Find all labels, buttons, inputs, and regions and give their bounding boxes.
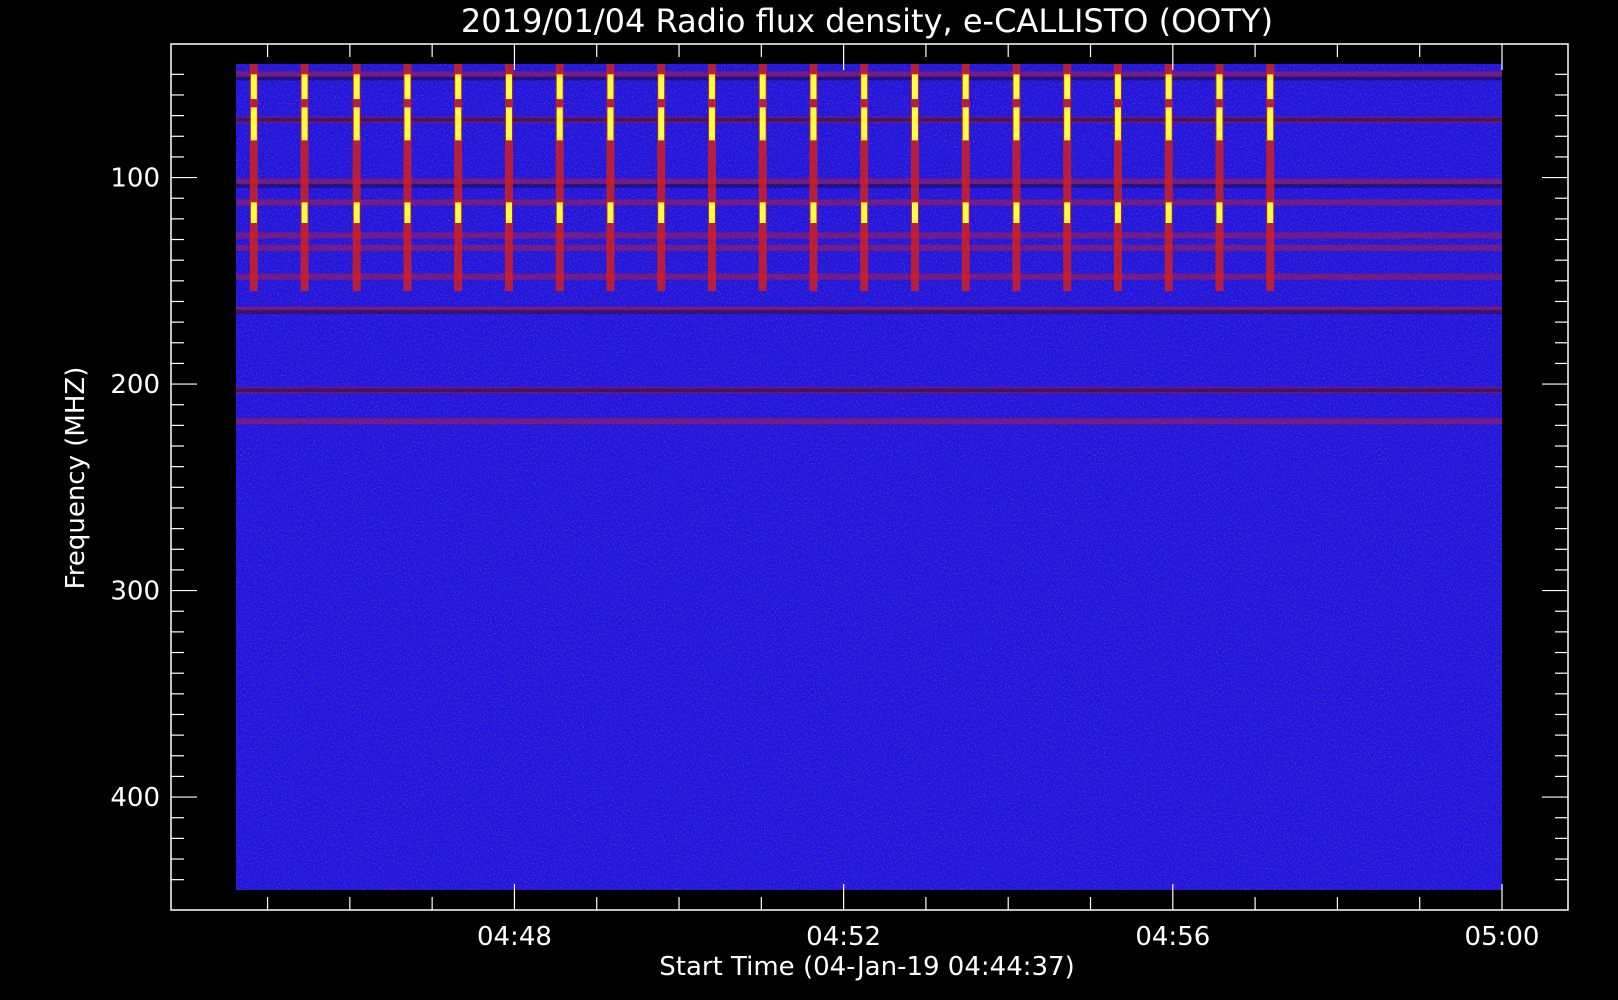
burst-stripe (961, 64, 970, 292)
y-axis-label: Frequency (MHZ) (61, 367, 91, 590)
rfi-band (236, 232, 1502, 239)
rfi-band (236, 244, 1502, 251)
y-tick-label: 200 (110, 370, 160, 400)
burst-stripe (809, 64, 818, 292)
dark-band (236, 309, 1502, 314)
burst-stripe (555, 64, 564, 292)
y-tick-label: 400 (110, 783, 160, 813)
spectrogram-chart: 2019/01/04 Radio flux density, e-CALLIST… (61, 2, 1569, 982)
burst-stripe (1063, 64, 1072, 292)
burst-stripe (1215, 64, 1224, 292)
x-tick-label: 04:48 (477, 922, 552, 952)
y-tick-label: 300 (110, 577, 160, 607)
dark-band (236, 388, 1502, 393)
burst-stripe (1266, 64, 1275, 292)
x-tick-label: 05:00 (1465, 922, 1540, 952)
burst-stripe (352, 64, 361, 292)
burst-stripe (454, 64, 463, 292)
rfi-band (236, 71, 1502, 78)
burst-stripe (606, 64, 615, 292)
dark-band (236, 183, 1502, 188)
rfi-band (236, 178, 1502, 185)
periodic-bursts (249, 64, 1275, 292)
burst-stripe (1164, 64, 1173, 292)
burst-stripe (1012, 64, 1021, 292)
burst-stripe (403, 64, 412, 292)
rfi-band (236, 199, 1502, 206)
spectrogram-image (236, 64, 1502, 890)
y-tick-label: 100 (110, 164, 160, 194)
rfi-band (236, 418, 1502, 425)
burst-stripe (657, 64, 666, 292)
dark-band (236, 76, 1502, 81)
burst-stripe (300, 64, 309, 292)
burst-stripe (1113, 64, 1122, 292)
burst-stripe (707, 64, 716, 292)
burst-stripe (504, 64, 513, 292)
x-tick-label: 04:52 (806, 922, 881, 952)
x-axis-label: Start Time (04-Jan-19 04:44:37) (659, 952, 1074, 982)
burst-stripe (758, 64, 767, 292)
burst-stripe (910, 64, 919, 292)
x-tick-label: 04:56 (1135, 922, 1210, 952)
burst-stripe (249, 64, 258, 292)
rfi-band (236, 273, 1502, 280)
burst-stripe (860, 64, 869, 292)
spectrogram-noise (236, 64, 1502, 890)
chart-title: 2019/01/04 Radio flux density, e-CALLIST… (461, 2, 1273, 40)
dark-band (236, 117, 1502, 122)
